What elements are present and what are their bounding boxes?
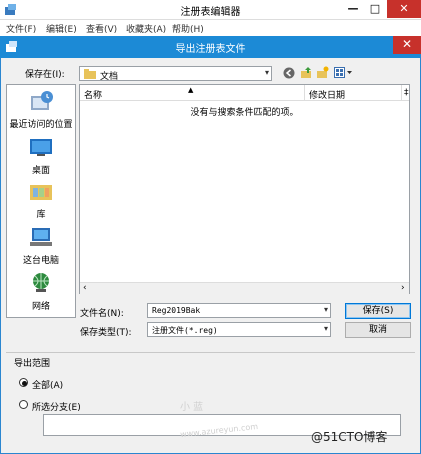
radio-all[interactable] (19, 378, 28, 387)
empty-message: 没有与搜索条件匹配的项。 (190, 108, 299, 118)
place-library[interactable]: 库 (6, 182, 76, 220)
place-label: 网络 (31, 302, 50, 312)
radio-branch-label[interactable]: 所选分支(E) (32, 400, 81, 413)
chevron-down-icon: ▾ (264, 68, 269, 77)
radio-selected-branch[interactable] (19, 400, 28, 409)
menu-edit[interactable]: 编辑(E) (46, 22, 77, 35)
filename-input[interactable]: Reg2019Bak ▾ (147, 303, 331, 318)
dialog-title: 导出注册表文件 (175, 44, 246, 55)
minimize-button[interactable]: — (342, 0, 364, 18)
this-pc-icon (6, 226, 76, 251)
regedit-close-button[interactable]: ✕ (387, 0, 421, 18)
filename-value: Reg2019Bak (152, 306, 201, 315)
column-divider (304, 85, 305, 101)
column-header-row (80, 85, 409, 101)
save-button[interactable]: 保存(S) (345, 303, 411, 319)
up-folder-icon[interactable] (300, 66, 313, 82)
dialog-close-button[interactable]: ✕ (393, 36, 421, 54)
save-in-label: 保存在(I): (25, 70, 65, 80)
export-range-title: 导出范围 (14, 359, 51, 369)
save-in-combo[interactable]: 文档 ▾ (79, 66, 272, 82)
recent-places-icon (6, 90, 76, 115)
maximize-button[interactable]: □ (364, 0, 386, 18)
sort-ascending-icon: ▲ (188, 86, 194, 94)
scroll-left-icon[interactable]: ‹ (83, 283, 87, 293)
filetype-value: 注册文件(*.reg) (152, 326, 218, 335)
menu-favorites[interactable]: 收藏夹(A) (126, 22, 166, 35)
chevron-down-icon[interactable]: ▾ (324, 305, 328, 314)
place-recent[interactable]: 最近访问的位置 (6, 90, 76, 130)
place-label: 最近访问的位置 (9, 120, 73, 130)
horizontal-scrollbar[interactable] (80, 282, 409, 294)
column-divider (401, 85, 402, 101)
cancel-button[interactable]: 取消 (345, 322, 411, 338)
view-menu-icon[interactable] (334, 67, 354, 81)
radio-all-label[interactable]: 全部(A) (32, 378, 63, 391)
filetype-select[interactable]: 注册文件(*.reg) ▾ (147, 322, 331, 337)
filename-label: 文件名(N): (80, 309, 124, 319)
menu-view[interactable]: 查看(V) (86, 22, 117, 35)
folder-icon (84, 69, 96, 82)
place-label: 库 (36, 210, 46, 220)
place-label: 这台电脑 (22, 256, 59, 266)
place-network[interactable]: 网络 (6, 272, 76, 312)
scroll-right-icon[interactable]: › (401, 283, 405, 293)
column-modified-date[interactable]: 修改日期 (309, 88, 345, 101)
watermark-blog: @51CTO博客 (311, 430, 388, 444)
new-folder-icon[interactable] (316, 66, 329, 82)
place-desktop[interactable]: 桌面 (6, 138, 76, 176)
library-icon (6, 182, 76, 205)
column-more[interactable]: ‡ (404, 88, 409, 98)
place-this-pc[interactable]: 这台电脑 (6, 226, 76, 266)
desktop-icon (6, 138, 76, 161)
network-icon (6, 272, 76, 297)
place-label: 桌面 (31, 166, 50, 176)
menu-file[interactable]: 文件(F) (6, 22, 36, 35)
watermark-signature: 小 蓝 (180, 402, 204, 413)
filetype-label: 保存类型(T): (80, 328, 132, 338)
column-name[interactable]: 名称 (84, 88, 102, 101)
menu-help[interactable]: 帮助(H) (172, 22, 204, 35)
save-in-value: 文档 (100, 72, 119, 82)
chevron-down-icon: ▾ (323, 324, 328, 333)
back-icon[interactable] (283, 67, 295, 82)
